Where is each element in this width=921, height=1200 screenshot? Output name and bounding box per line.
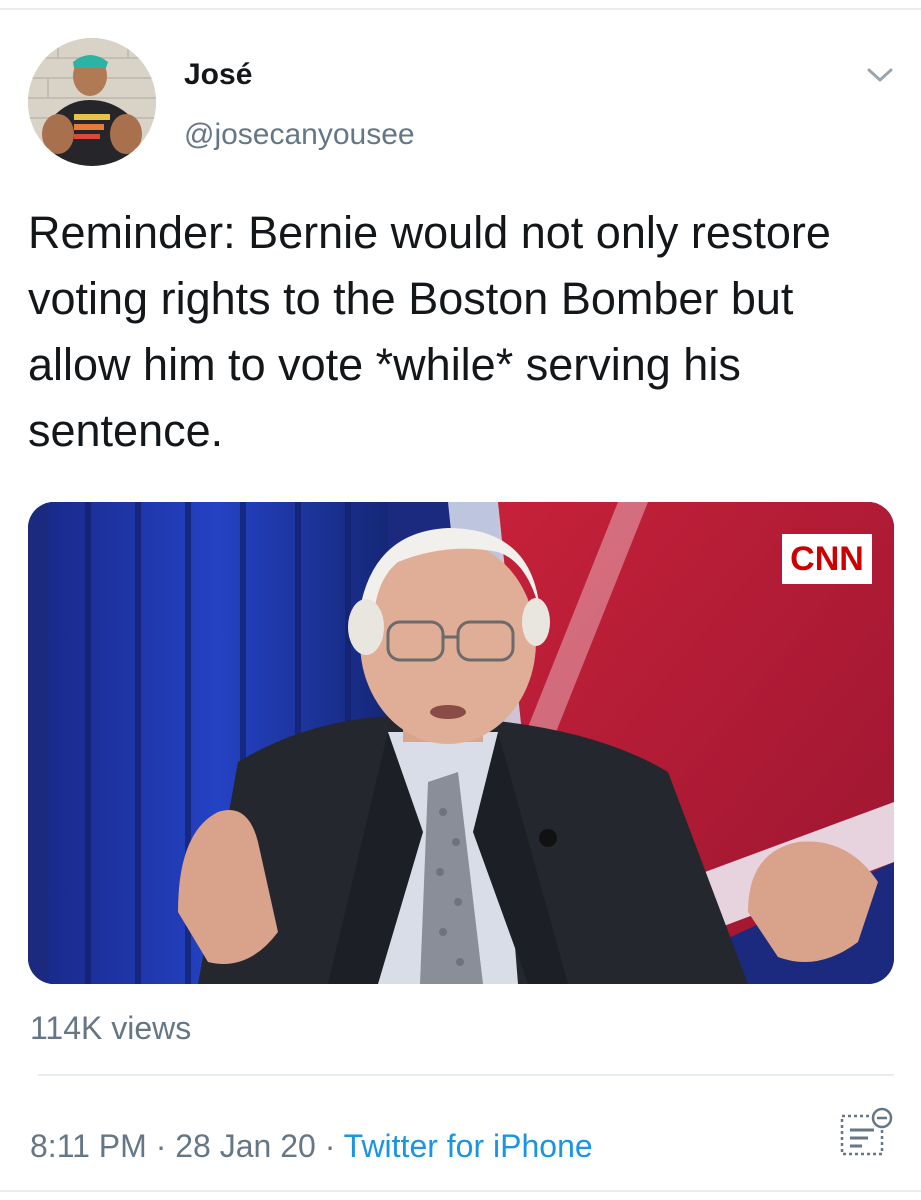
view-count: 114K views <box>30 1010 192 1046</box>
tweet-time: 8:11 PM <box>30 1128 147 1164</box>
tweet-video[interactable]: CNN <box>28 502 894 984</box>
meta-separator: · <box>155 1128 167 1164</box>
tweet-source-link[interactable]: Twitter for iPhone <box>344 1128 593 1164</box>
video-frame: CNN <box>28 502 894 984</box>
tweet-date: 28 Jan 20 <box>175 1128 316 1164</box>
tweet-meta: 8:11 PM · 28 Jan 20 · Twitter for iPhone <box>30 1128 593 1165</box>
meta-separator: · <box>324 1128 336 1164</box>
analytics-icon <box>840 1107 893 1156</box>
top-divider <box>0 8 921 10</box>
author-name[interactable]: José <box>184 58 252 92</box>
more-options-button[interactable] <box>862 60 898 90</box>
author-handle[interactable]: @josecanyousee <box>184 118 415 152</box>
chevron-down-icon <box>867 68 893 82</box>
avatar[interactable] <box>28 38 156 166</box>
divider <box>38 1074 894 1076</box>
tweet-text: Reminder: Bernie would not only restore … <box>28 207 831 456</box>
analytics-button[interactable] <box>836 1104 896 1160</box>
bottom-divider <box>0 1190 921 1192</box>
avatar-image <box>28 38 156 166</box>
cnn-logo: CNN <box>790 540 864 578</box>
tweet-detail: José @josecanyousee Reminder: Bernie wou… <box>0 0 921 1200</box>
